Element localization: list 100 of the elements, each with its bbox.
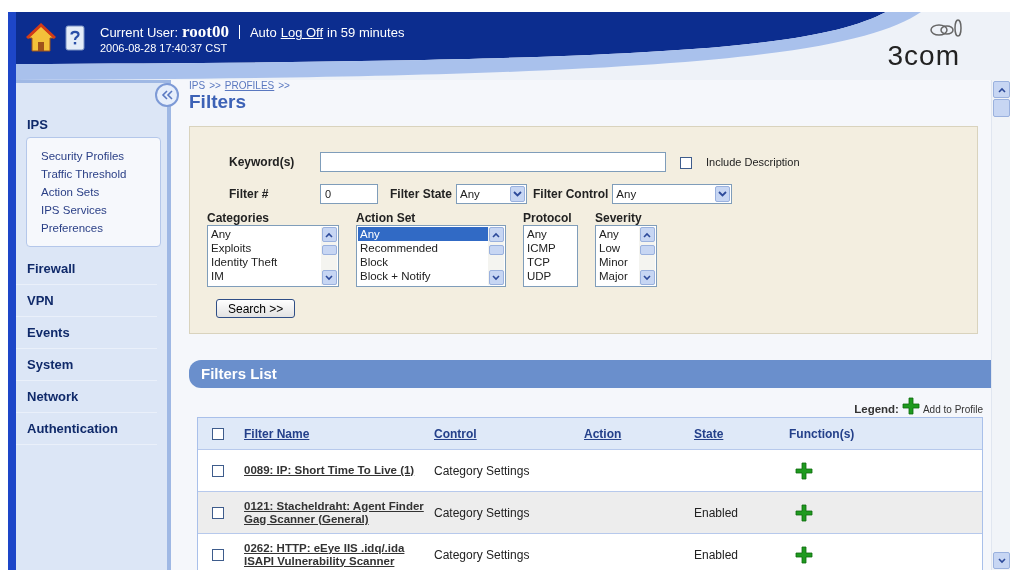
- chevron-down-icon: [513, 191, 522, 197]
- help-icon[interactable]: [65, 25, 85, 51]
- breadcrumb-link[interactable]: PROFILES: [224, 80, 275, 91]
- checkbox[interactable]: [212, 465, 224, 478]
- collapse-button[interactable]: [155, 83, 179, 107]
- field-label: Keyword(s): [229, 155, 296, 169]
- column-header-link[interactable]: State: [694, 426, 724, 441]
- filter-name-link[interactable]: 0262: HTTP: eEye IIS .idq/.ida ISAPI Vulnerability Scanner: [244, 541, 426, 568]
- add-icon[interactable]: [795, 503, 813, 522]
- list-option[interactable]: Any: [358, 227, 488, 241]
- chevron-down-icon: [997, 557, 1006, 564]
- column-header-link[interactable]: Filter Name: [244, 426, 310, 441]
- list-label: Action Set: [356, 211, 417, 225]
- list-option[interactable]: TCP: [525, 255, 576, 269]
- list-option[interactable]: Recommended: [358, 241, 488, 255]
- chevron-down-icon: [325, 274, 333, 281]
- nav-item[interactable]: Events: [16, 317, 157, 349]
- double-chevron-icon: [161, 90, 173, 100]
- user-label: Current User:: [100, 25, 179, 40]
- nav-item[interactable]: Firewall: [16, 253, 157, 285]
- filter-name-link[interactable]: 0121: Stacheldraht: Agent Finder Gag Scanner (General): [244, 499, 426, 526]
- list-option[interactable]: Major: [597, 269, 639, 283]
- submenu-item[interactable]: Action Sets: [41, 183, 160, 201]
- list-option[interactable]: Any: [597, 227, 639, 241]
- list-box[interactable]: Any ICMP TCP UDP: [523, 225, 578, 287]
- dropdown[interactable]: Any: [612, 184, 733, 204]
- list-option[interactable]: ICMP: [525, 241, 576, 255]
- list-label: Severity: [595, 211, 643, 225]
- table-cell: Enabled: [694, 547, 739, 562]
- list-label: Categories: [207, 211, 271, 225]
- list-box[interactable]: Any Low Minor Major: [595, 225, 657, 287]
- filter-number-field[interactable]: 0: [320, 184, 378, 204]
- section-header: Filters List: [189, 360, 991, 388]
- list-option[interactable]: Identity Theft: [209, 255, 321, 269]
- search-button[interactable]: Search >>: [216, 299, 296, 318]
- nav-item[interactable]: Network: [16, 381, 157, 413]
- nav-item[interactable]: IPS: [16, 109, 157, 137]
- list-option[interactable]: UDP: [525, 269, 576, 283]
- keyword-field[interactable]: [320, 152, 666, 172]
- submenu-item[interactable]: Traffic Threshold: [41, 165, 160, 183]
- table-cell: Category Settings: [434, 547, 530, 562]
- table-cell: Category Settings: [434, 463, 530, 478]
- field-label: Filter State: [390, 187, 452, 201]
- scroll-thumb[interactable]: [639, 245, 655, 255]
- chevron-up-icon: [997, 86, 1006, 93]
- submenu-item[interactable]: Security Profiles: [41, 147, 160, 165]
- submenu-item[interactable]: Preferences: [41, 219, 160, 237]
- chevron-down-icon: [492, 274, 500, 281]
- list-option[interactable]: Low: [597, 241, 639, 255]
- chevron-up-icon: [643, 231, 651, 238]
- list-box[interactable]: Any Recommended Block Block + Notify: [356, 225, 506, 287]
- scroll-thumb[interactable]: [488, 245, 504, 255]
- checkbox[interactable]: [680, 156, 692, 169]
- home-icon[interactable]: [26, 23, 56, 53]
- column-header-link[interactable]: Action: [584, 426, 622, 441]
- list-option[interactable]: IM: [209, 269, 321, 283]
- nav-item[interactable]: Authentication: [16, 413, 157, 445]
- field-label: Filter Control: [533, 187, 609, 201]
- list-box[interactable]: Any Exploits Identity Theft IM: [207, 225, 339, 287]
- checkbox-label: Include Description: [706, 156, 800, 168]
- legend-label: Legend:: [854, 403, 899, 415]
- list-option[interactable]: Any: [525, 227, 576, 241]
- checkbox[interactable]: [212, 507, 224, 520]
- breadcrumb-separator: >>: [278, 80, 290, 91]
- submenu-item[interactable]: IPS Services: [41, 201, 160, 219]
- list-option[interactable]: Minor: [597, 255, 639, 269]
- user-name: root00: [182, 22, 229, 42]
- checkbox[interactable]: [212, 549, 224, 562]
- chevron-down-icon: [643, 274, 651, 281]
- chevron-up-icon: [492, 231, 500, 238]
- scrollbar[interactable]: [639, 227, 655, 285]
- scroll-thumb[interactable]: [321, 245, 337, 255]
- table-cell: Enabled: [694, 505, 739, 520]
- add-icon[interactable]: [795, 461, 813, 480]
- scroll-down-button[interactable]: [993, 552, 1010, 569]
- checkbox[interactable]: [212, 428, 224, 441]
- nav-item[interactable]: System: [16, 349, 157, 381]
- legend-text: Add to Profile: [922, 404, 983, 415]
- list-option[interactable]: Block: [358, 255, 488, 269]
- brand-name: 3com: [887, 40, 960, 72]
- breadcrumb-item: IPS: [189, 80, 206, 91]
- scrollbar[interactable]: [321, 227, 337, 285]
- dropdown[interactable]: Any: [456, 184, 527, 204]
- nav-item[interactable]: VPN: [16, 285, 157, 317]
- scroll-thumb[interactable]: [993, 99, 1010, 117]
- list-option[interactable]: Block + Notify: [358, 269, 488, 283]
- scrollbar[interactable]: [488, 227, 504, 285]
- column-header-link[interactable]: Control: [434, 426, 477, 441]
- scroll-up-button[interactable]: [993, 81, 1010, 98]
- add-icon: [901, 397, 920, 415]
- logoff-link[interactable]: Log Off: [280, 25, 324, 40]
- filter-name-link[interactable]: 0089: IP: Short Time To Live (1): [244, 464, 426, 477]
- list-option[interactable]: Any: [209, 227, 321, 241]
- list-option[interactable]: Exploits: [209, 241, 321, 255]
- add-icon[interactable]: [795, 545, 813, 564]
- table-cell: Category Settings: [434, 505, 530, 520]
- breadcrumb-separator: >>: [209, 80, 221, 91]
- auto-label: Auto: [249, 25, 277, 40]
- logoff-time: in 59 minutes: [327, 25, 405, 40]
- date-time: 2006-08-28 17:40:37 CST: [100, 42, 229, 54]
